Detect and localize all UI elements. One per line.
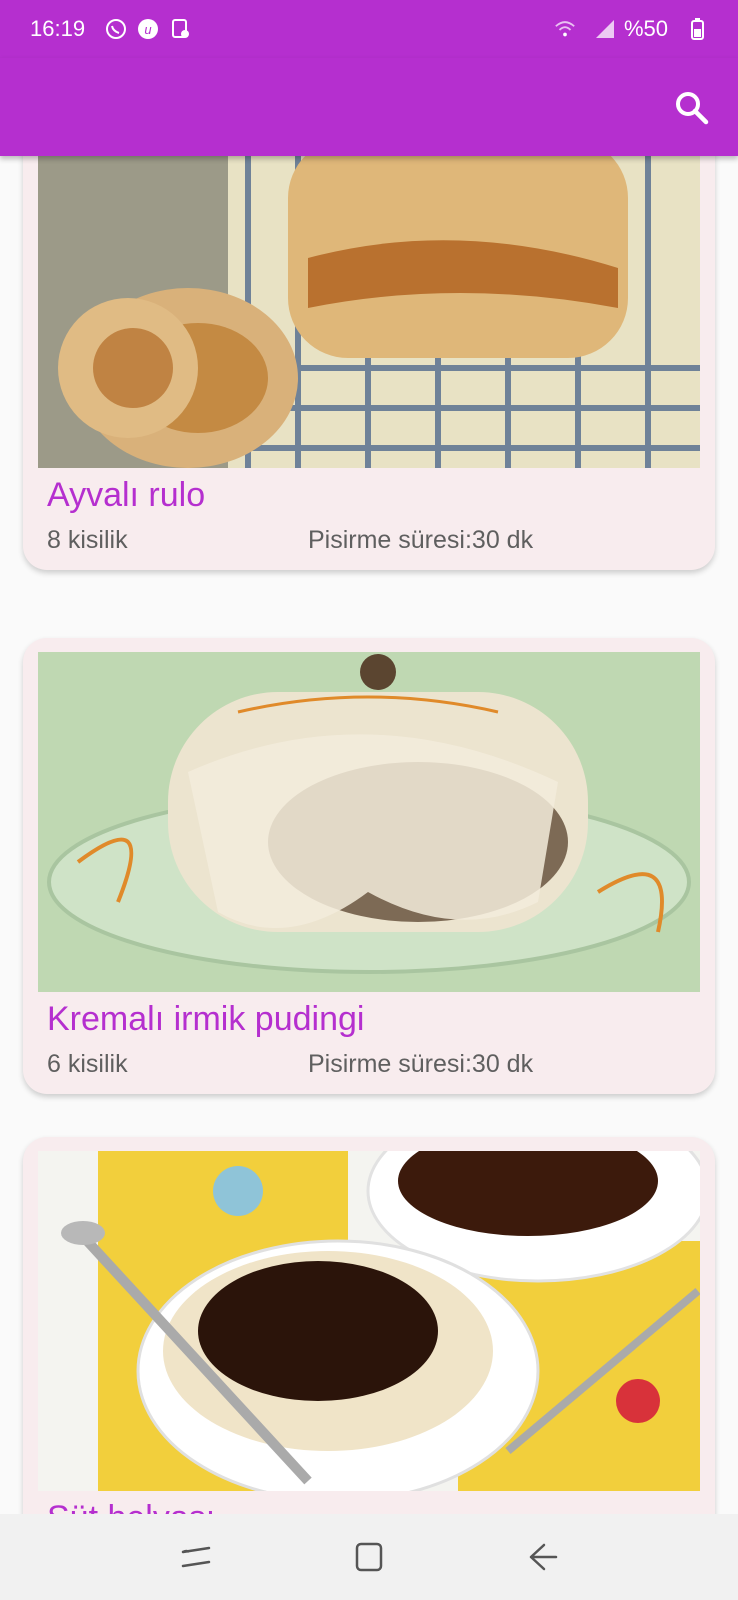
recipe-title: Kremalı irmik pudingi (47, 1000, 365, 1038)
recent-apps-icon[interactable] (171, 1532, 221, 1582)
recipe-cooking-time: Pisirme süresi:30 dk (308, 526, 534, 554)
search-icon[interactable] (672, 88, 712, 128)
recipe-card[interactable]: Süt helvası (23, 1137, 715, 1514)
whatsapp-icon (105, 18, 127, 40)
recipe-card[interactable]: Kremalı irmik pudingi 6 kisilik Pisirme … (23, 638, 715, 1094)
recipe-card[interactable]: Ayvalı rulo 8 kisilik Pisirme süresi:30 … (23, 156, 715, 570)
notification-u-icon: u (137, 18, 159, 40)
back-icon[interactable] (517, 1532, 567, 1582)
recipe-list[interactable]: Ayvalı rulo 8 kisilik Pisirme süresi:30 … (0, 156, 738, 1514)
wifi-icon (554, 18, 576, 40)
app-bar (0, 58, 738, 156)
milk-halva-photo (38, 1151, 700, 1491)
recipe-cooking-time: Pisirme süresi:30 dk (308, 1050, 534, 1078)
home-icon[interactable] (344, 1532, 394, 1582)
quince-roll-photo (38, 156, 700, 468)
navigation-bar (0, 1514, 738, 1600)
recipe-servings: 6 kisilik (47, 1050, 128, 1078)
battery-percent: %50 (623, 16, 668, 41)
recipe-servings: 8 kisilik (47, 526, 128, 554)
status-bar: 16:19 u %50 (0, 0, 738, 58)
svg-text:u: u (144, 22, 151, 37)
signal-icon (594, 18, 616, 40)
recipe-title: Süt helvası (47, 1499, 215, 1514)
recipe-title: Ayvalı rulo (47, 476, 206, 514)
status-time: 16:19 (30, 16, 86, 41)
screen-icon (169, 18, 191, 40)
semolina-pudding-photo (38, 652, 700, 992)
battery-icon (686, 18, 708, 40)
